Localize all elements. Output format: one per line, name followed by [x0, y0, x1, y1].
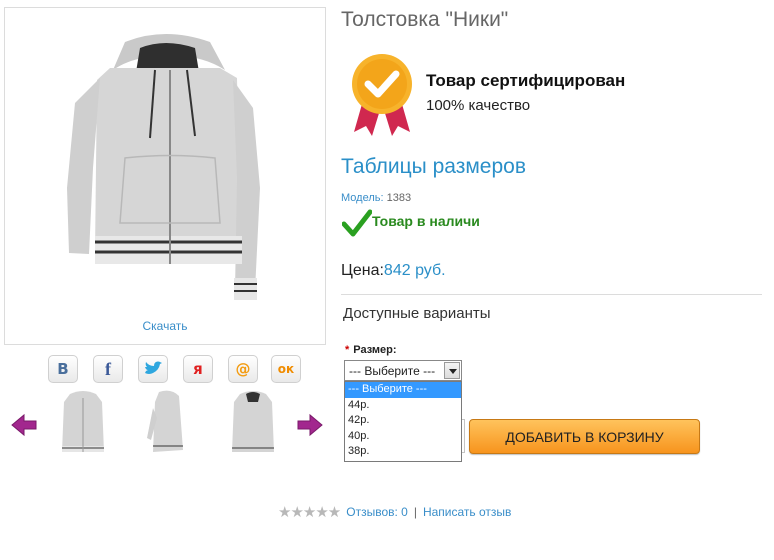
size-tables-link[interactable]: Таблицы размеров — [341, 155, 526, 179]
stock-status: Товар в наличи — [372, 213, 480, 229]
mailru-glyph: @ — [235, 360, 251, 378]
thumbnail-side[interactable] — [137, 388, 199, 462]
rating-stars-icon: ★★★★★ — [278, 503, 341, 521]
mailru-icon[interactable]: @ — [228, 355, 258, 383]
reviews-count-link[interactable]: Отзывов: 0 — [346, 505, 408, 519]
odnoklassniki-icon[interactable]: ок — [271, 355, 301, 383]
facebook-icon[interactable]: f — [93, 355, 123, 383]
hoodie-image — [67, 34, 260, 300]
size-option[interactable]: 40р. — [345, 429, 461, 445]
download-link[interactable]: Скачать — [5, 319, 325, 333]
size-select[interactable]: --- Выберите --- — [344, 360, 462, 381]
twitter-icon[interactable] — [138, 355, 168, 383]
required-mark: * — [345, 344, 350, 356]
thumbnail-back[interactable] — [222, 388, 284, 462]
reviews-separator: | — [413, 505, 417, 519]
certified-title: Товар сертифицирован — [426, 71, 626, 90]
hoodie-open-thumb — [232, 391, 274, 452]
size-option[interactable]: 42р. — [345, 413, 461, 429]
size-option[interactable]: 44р. — [345, 398, 461, 414]
odnoklassniki-glyph: ок — [277, 362, 295, 376]
prev-arrow-icon[interactable] — [10, 413, 38, 437]
divider — [341, 294, 762, 295]
product-title: Толстовка "Ники" — [341, 8, 509, 31]
certificate-badge-icon — [352, 54, 412, 136]
size-label-text: Размер: — [353, 344, 397, 356]
size-dropdown-list: --- Выберите --- 44р. 42р. 40р. 38р. — [344, 381, 462, 462]
facebook-glyph: f — [105, 358, 111, 379]
vk-glyph: В — [57, 360, 69, 378]
size-label: * Размер: — [345, 344, 397, 356]
model-value: 1383 — [386, 192, 412, 204]
main-product-image[interactable]: Скачать — [4, 7, 326, 345]
certified-subtitle: 100% качество — [426, 97, 531, 114]
variants-title: Доступные варианты — [343, 305, 491, 322]
next-arrow-icon[interactable] — [296, 413, 324, 437]
price: Цена:842 руб. — [341, 262, 446, 280]
chevron-down-icon[interactable] — [444, 362, 460, 379]
size-option[interactable]: --- Выберите --- — [345, 382, 461, 398]
yaru-icon[interactable]: я — [183, 355, 213, 383]
size-option[interactable]: 38р. — [345, 444, 461, 460]
write-review-link[interactable]: Написать отзыв — [423, 505, 511, 519]
add-to-cart-button[interactable]: ДОБАВИТЬ В КОРЗИНУ — [469, 419, 700, 454]
price-value: 842 руб. — [383, 262, 446, 279]
checkmark-icon — [342, 209, 372, 237]
size-select-value: --- Выберите --- — [349, 364, 436, 378]
hoodie-side-thumb — [147, 390, 183, 452]
yaru-glyph: я — [193, 360, 203, 378]
reviews-bar: ★★★★★ Отзывов: 0 | Написать отзыв — [278, 503, 511, 521]
hoodie-front-thumb — [62, 391, 104, 452]
twitter-bird-icon — [145, 361, 162, 374]
model-info: Модель: 1383 — [341, 192, 411, 204]
vk-icon[interactable]: В — [48, 355, 78, 383]
model-label: Модель: — [341, 192, 384, 204]
thumbnail-front[interactable] — [52, 388, 114, 462]
price-label: Цена: — [341, 262, 384, 279]
